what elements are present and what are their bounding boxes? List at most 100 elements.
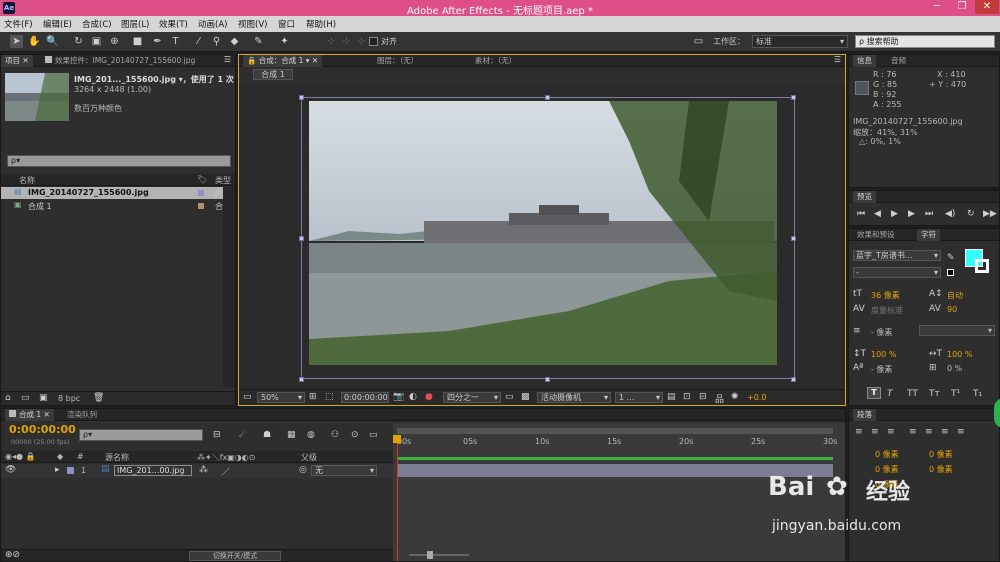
transform-handle[interactable]: [545, 377, 550, 382]
toggle-pixel-aspect-icon[interactable]: ▤: [667, 392, 676, 402]
zoom-slider-thumb[interactable]: [427, 551, 433, 559]
rotate-tool-icon[interactable]: ↻: [72, 35, 85, 48]
transform-handle[interactable]: [299, 377, 304, 382]
toggle-panes-icon[interactable]: ⊕⊘: [5, 550, 20, 560]
minimize-button[interactable]: ─: [925, 0, 949, 14]
justify-left-icon[interactable]: ≡: [909, 427, 917, 437]
brainstorm-icon[interactable]: ⚇: [331, 430, 339, 440]
all-caps-button[interactable]: TT: [907, 389, 918, 399]
small-caps-button[interactable]: Tт: [929, 389, 940, 399]
always-preview-icon[interactable]: ▭: [243, 392, 252, 402]
audio-icon[interactable]: ◀): [945, 209, 955, 219]
zoom-dropdown[interactable]: 50% ▾: [257, 392, 305, 403]
transform-handle[interactable]: [545, 95, 550, 100]
menu-file[interactable]: 文件(F): [4, 18, 33, 30]
new-folder-icon[interactable]: ▭: [21, 393, 30, 403]
kerning-value[interactable]: 度量标准: [871, 305, 903, 316]
tracking-value[interactable]: 90: [947, 305, 957, 314]
brush-tool-icon[interactable]: ⁄: [192, 35, 205, 48]
work-area-bar[interactable]: [397, 428, 833, 434]
close-button[interactable]: ✕: [975, 0, 999, 14]
axis-local-icon[interactable]: ⊹: [325, 35, 338, 48]
tsume-value[interactable]: 0 %: [947, 364, 962, 373]
roto-brush-tool-icon[interactable]: ✎: [252, 35, 265, 48]
faux-bold-button[interactable]: T: [867, 387, 881, 399]
vertical-scale-value[interactable]: 100 %: [871, 350, 896, 359]
align-checkbox[interactable]: [369, 37, 378, 46]
menu-animation[interactable]: 动画(A): [198, 18, 227, 30]
parent-dropdown[interactable]: 无 ▾: [311, 465, 377, 476]
eraser-tool-icon[interactable]: ◆: [228, 35, 241, 48]
safe-zones-icon[interactable]: ⊞: [309, 392, 317, 402]
transform-handle[interactable]: [791, 95, 796, 100]
previous-frame-icon[interactable]: ◀: [874, 209, 881, 219]
justify-all-icon[interactable]: ≡: [957, 427, 965, 437]
flowchart-icon[interactable]: 品: [715, 392, 724, 405]
transform-handle[interactable]: [791, 236, 796, 241]
next-frame-icon[interactable]: ▶: [908, 209, 915, 219]
stroke-style-dropdown[interactable]: ▾: [919, 325, 995, 336]
black-swatch[interactable]: [947, 269, 954, 276]
views-dropdown[interactable]: 1 ... ▾: [615, 392, 663, 403]
tab-character[interactable]: 字符: [917, 229, 940, 241]
menu-window[interactable]: 窗口: [278, 18, 295, 30]
tab-info[interactable]: 信息: [853, 55, 876, 67]
menu-layer[interactable]: 图层(L): [121, 18, 149, 30]
comp-mini-flowchart-icon[interactable]: ⊟: [213, 430, 221, 440]
timeline-icon[interactable]: ⊟: [699, 392, 707, 402]
workspace-dropdown[interactable]: 标准 ▾: [752, 35, 848, 48]
exposure-icon[interactable]: ✺: [731, 392, 739, 402]
menu-composition[interactable]: 合成(C): [82, 18, 112, 30]
camera-tool-icon[interactable]: ▣: [90, 35, 103, 48]
transform-handle[interactable]: [791, 377, 796, 382]
trash-icon[interactable]: 🗑: [93, 393, 104, 403]
tab-project[interactable]: 项目 ✕: [1, 55, 33, 67]
camera-dropdown[interactable]: 活动摄像机 ▾: [537, 392, 611, 403]
faux-italic-button[interactable]: T: [887, 389, 893, 399]
col-type[interactable]: 类型: [215, 175, 231, 186]
col-parent[interactable]: 父级: [301, 452, 317, 463]
font-size-value[interactable]: 36 像素: [871, 290, 900, 301]
loop-icon[interactable]: ↻: [967, 209, 975, 219]
zoom-slider[interactable]: [397, 551, 477, 559]
type-tool-icon[interactable]: T: [169, 35, 182, 48]
align-center-icon[interactable]: ≡: [871, 427, 879, 437]
eyedropper-icon[interactable]: ✎: [947, 253, 955, 263]
time-indicator-head[interactable]: [393, 435, 401, 443]
bit-depth[interactable]: 8 bpc: [58, 394, 80, 403]
stroke-width-value[interactable]: - 像素: [871, 327, 892, 338]
layer-name[interactable]: IMG_201...00.jpg: [114, 465, 192, 476]
current-time-indicator[interactable]: [397, 437, 398, 561]
tab-preview[interactable]: 预览: [853, 191, 876, 203]
tab-timeline-comp[interactable]: 合成 1 ✕: [5, 409, 54, 421]
tab-layer[interactable]: 图层：（无）: [373, 55, 422, 67]
pen-tool-icon[interactable]: ✒: [151, 35, 164, 48]
project-search-input[interactable]: ρ▾: [7, 155, 231, 167]
tab-effect-controls[interactable]: 效果控件：IMG_20140727_155600.jpg: [41, 55, 199, 67]
pickwhip-icon[interactable]: ◎: [299, 465, 307, 475]
baseline-shift-value[interactable]: - 像素: [871, 364, 892, 375]
exposure-value[interactable]: +0.0: [747, 393, 766, 402]
quality-switch-icon[interactable]: ／: [221, 465, 230, 478]
first-frame-icon[interactable]: ⏮: [857, 209, 865, 219]
current-time-field[interactable]: 0:00:00:00: [341, 392, 389, 403]
rectangle-tool-icon[interactable]: ■: [131, 35, 144, 48]
horizontal-scale-value[interactable]: 100 %: [947, 350, 972, 359]
fast-preview-icon[interactable]: ⊡: [683, 392, 691, 402]
frame-blending-icon[interactable]: ▦: [287, 430, 296, 440]
menu-effect[interactable]: 效果(T): [159, 18, 188, 30]
axis-world-icon[interactable]: ⊹: [340, 35, 353, 48]
panel-menu-icon[interactable]: ☰: [224, 55, 231, 64]
toggle-switches-button[interactable]: 切换开关/模式: [189, 551, 281, 561]
tab-paragraph[interactable]: 段落: [853, 409, 876, 421]
col-name[interactable]: 名称: [19, 175, 35, 186]
indent-left-value[interactable]: 0 像素: [875, 449, 899, 460]
selection-tool-icon[interactable]: ➤: [10, 35, 23, 48]
menu-view[interactable]: 视图(V): [238, 18, 267, 30]
superscript-button[interactable]: T¹: [951, 389, 960, 399]
comp-viewer[interactable]: [239, 83, 845, 389]
justify-right-icon[interactable]: ≡: [941, 427, 949, 437]
leading-value[interactable]: 自动: [947, 290, 963, 301]
indent-right-value[interactable]: 0 像素: [929, 449, 953, 460]
visibility-icon[interactable]: 👁: [5, 465, 16, 475]
